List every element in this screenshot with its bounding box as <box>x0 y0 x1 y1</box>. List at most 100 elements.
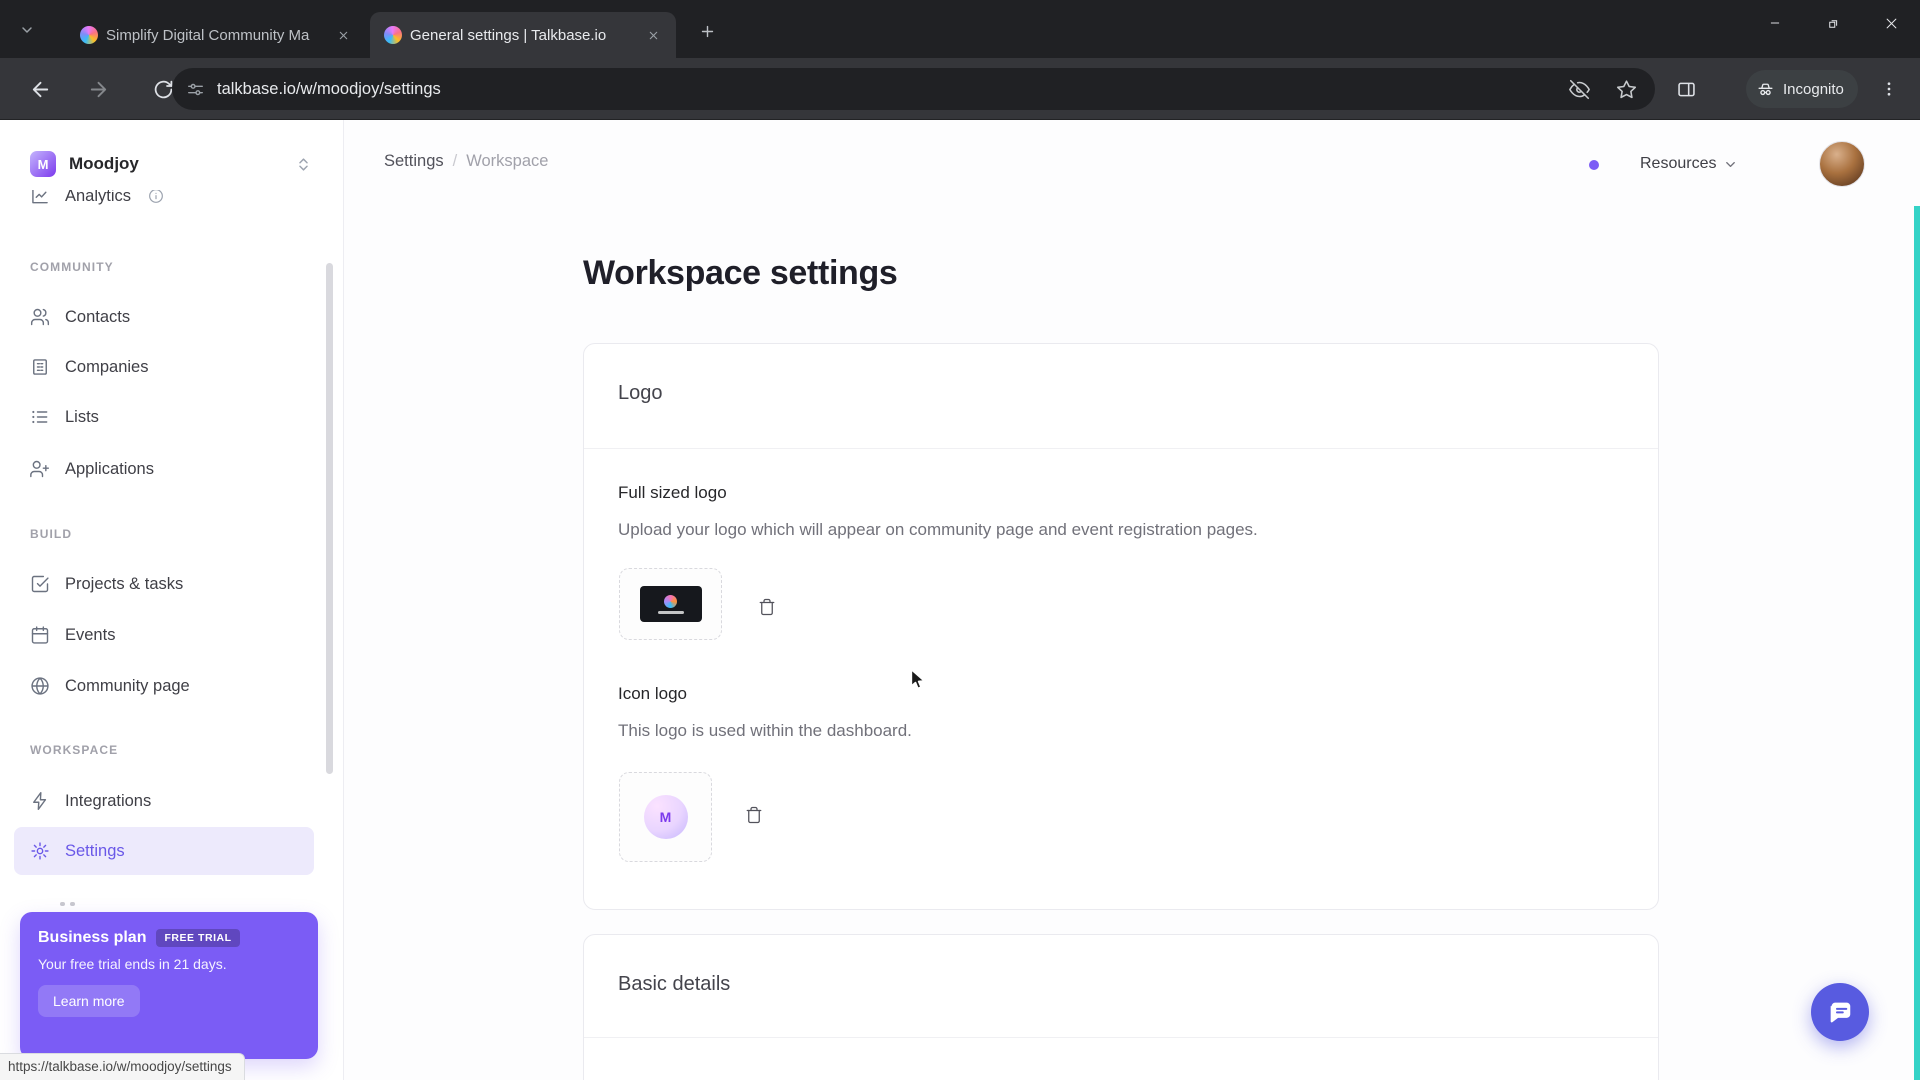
bookmark-star-icon[interactable] <box>1616 79 1637 100</box>
page-content: M Moodjoy Analytics COMMUNITY Contacts C… <box>0 120 1920 1080</box>
sidebar-item-label: Community page <box>65 676 190 695</box>
tab-favicon-icon <box>384 26 402 44</box>
sidebar-item-label: Companies <box>65 357 149 376</box>
learn-more-button[interactable]: Learn more <box>38 985 140 1017</box>
chat-widget-button[interactable] <box>1811 983 1869 1041</box>
address-bar[interactable]: talkbase.io/w/moodjoy/settings <box>172 68 1655 110</box>
sidebar-scrollbar[interactable] <box>326 263 333 774</box>
sidebar-item-clipped <box>60 902 75 906</box>
url-text[interactable]: talkbase.io/w/moodjoy/settings <box>217 80 1569 99</box>
breadcrumb-workspace: Workspace <box>466 152 549 170</box>
workspace-switcher[interactable]: M Moodjoy <box>18 144 324 184</box>
chevron-down-icon <box>1726 161 1736 167</box>
browser-window: Simplify Digital Community Ma General se… <box>0 0 1920 1080</box>
browser-toolbar: talkbase.io/w/moodjoy/settings Incognito <box>0 58 1920 120</box>
trash-icon <box>746 806 762 824</box>
eye-off-icon[interactable] <box>1569 79 1590 100</box>
sidebar-item-label: Analytics <box>65 190 132 205</box>
side-panel-icon[interactable] <box>1674 77 1698 101</box>
sidebar-item-events[interactable]: Events <box>14 611 314 659</box>
chevron-down-icon <box>22 27 32 33</box>
forward-icon[interactable] <box>86 77 110 101</box>
sidebar-item-label: Applications <box>65 459 154 478</box>
basic-details-title: Basic details <box>618 973 731 995</box>
back-icon[interactable] <box>28 77 52 101</box>
status-bar-url: https://talkbase.io/w/moodjoy/settings <box>0 1053 245 1080</box>
menu-dots-icon[interactable] <box>1877 77 1901 101</box>
contacts-icon <box>30 308 50 326</box>
tab-search-button[interactable] <box>12 15 42 45</box>
delete-full-logo-button[interactable] <box>750 590 784 624</box>
workspace-name: Moodjoy <box>69 154 139 173</box>
icon-logo-description: This logo is used within the dashboard. <box>618 721 912 740</box>
icon-logo-upload-box[interactable]: M <box>619 772 712 862</box>
logo-card: Logo Full sized logo Upload your logo wh… <box>583 343 1659 910</box>
sidebar-item-integrations[interactable]: Integrations <box>14 777 314 825</box>
divider <box>584 1037 1658 1038</box>
chat-bubble-icon <box>1830 1002 1851 1023</box>
browser-tab-settings-active[interactable]: General settings | Talkbase.io <box>370 12 676 58</box>
sidebar-item-label: Contacts <box>65 307 131 326</box>
sidebar-item-label: Lists <box>65 407 99 426</box>
window-restore-button[interactable] <box>1804 0 1862 46</box>
globe-icon <box>31 677 49 695</box>
gear-icon <box>31 842 49 860</box>
full-logo-preview <box>639 586 702 622</box>
incognito-icon <box>1758 83 1773 95</box>
new-tab-button[interactable] <box>692 16 722 46</box>
tab-favicon-icon <box>80 26 98 44</box>
sidebar-item-applications[interactable]: Applications <box>14 445 314 493</box>
tab-title: General settings | Talkbase.io <box>410 26 607 44</box>
calendar-icon <box>31 626 49 644</box>
full-logo-upload-box[interactable] <box>619 568 722 640</box>
analytics-icon <box>32 190 48 204</box>
logo-wordmark <box>657 610 684 614</box>
logo-card-title: Logo <box>618 382 663 404</box>
breadcrumb-settings[interactable]: Settings <box>384 152 444 171</box>
incognito-label: Incognito <box>1783 80 1844 98</box>
sidebar-item-lists[interactable]: Lists <box>14 393 314 441</box>
trial-promo-card: Business plan FREE TRIAL Your free trial… <box>20 912 318 1059</box>
site-settings-icon[interactable] <box>186 80 205 99</box>
talkbase-logo-icon <box>664 594 677 608</box>
sidebar-item-settings[interactable]: Settings <box>14 827 314 875</box>
sidebar-section-community: COMMUNITY <box>30 260 114 274</box>
workspace-avatar: M <box>30 151 56 177</box>
free-trial-badge: FREE TRIAL <box>156 929 240 947</box>
notification-dot <box>1589 160 1599 170</box>
promo-text: Your free trial ends in 21 days. <box>38 956 227 972</box>
edge-highlight-strip <box>1914 206 1920 1080</box>
breadcrumb: Settings / Workspace <box>384 152 548 171</box>
window-close-button[interactable] <box>1862 0 1920 46</box>
sidebar-item-projects-tasks[interactable]: Projects & tasks <box>14 560 314 608</box>
tab-close-icon[interactable] <box>642 24 664 46</box>
sidebar-item-community-page[interactable]: Community page <box>14 662 314 710</box>
sidebar-section-build: BUILD <box>30 527 73 541</box>
window-controls <box>1746 0 1920 46</box>
full-logo-label: Full sized logo <box>618 483 727 502</box>
chevron-selector-icon <box>299 157 308 171</box>
incognito-badge: Incognito <box>1746 70 1858 108</box>
applications-icon <box>30 460 50 478</box>
tab-close-icon[interactable] <box>332 24 354 46</box>
browser-tab-simplify[interactable]: Simplify Digital Community Ma <box>66 12 366 58</box>
sidebar-item-analytics[interactable]: Analytics <box>14 190 314 220</box>
delete-icon-logo-button[interactable] <box>737 798 771 832</box>
companies-icon <box>33 359 47 375</box>
basic-details-card: Basic details <box>583 934 1659 1080</box>
divider <box>584 448 1658 449</box>
icon-logo-preview: M <box>643 795 688 839</box>
page-title: Workspace settings <box>583 254 898 292</box>
sidebar-nav: Analytics COMMUNITY Contacts Companies L… <box>0 190 343 912</box>
sidebar: M Moodjoy Analytics COMMUNITY Contacts C… <box>0 120 344 1080</box>
window-minimize-button[interactable] <box>1746 0 1804 46</box>
sidebar-item-label: Projects & tasks <box>65 574 184 593</box>
user-avatar[interactable] <box>1819 141 1865 187</box>
resources-menu[interactable]: Resources <box>1640 150 1738 178</box>
sidebar-item-label: Events <box>65 625 116 644</box>
sidebar-item-label: Integrations <box>65 791 152 810</box>
tab-title: Simplify Digital Community Ma <box>106 26 310 44</box>
trash-icon <box>759 598 775 616</box>
sidebar-item-contacts[interactable]: Contacts <box>14 293 314 341</box>
sidebar-item-companies[interactable]: Companies <box>14 343 314 391</box>
